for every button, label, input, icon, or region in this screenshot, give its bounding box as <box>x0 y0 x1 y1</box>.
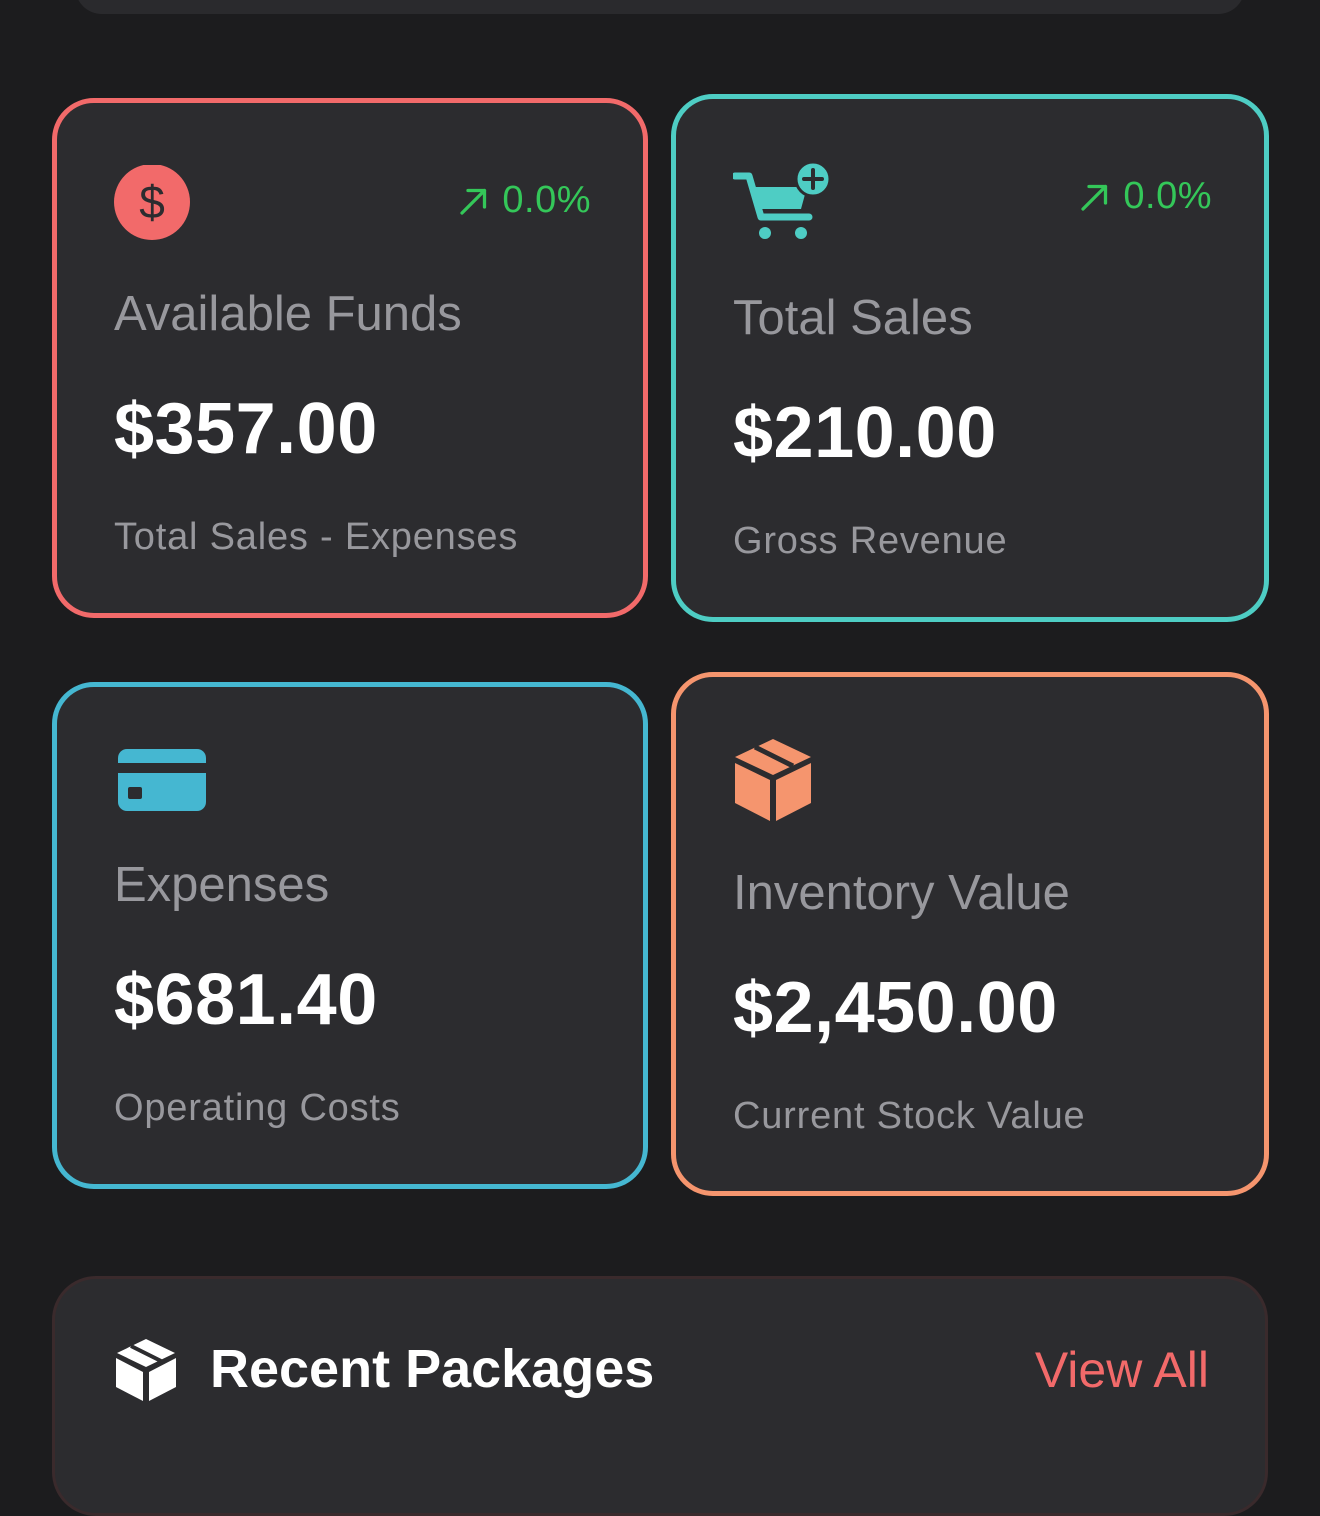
recent-packages-title: Recent Packages <box>210 1339 655 1399</box>
available-funds-card[interactable]: $ 0.0% Available Funds $357.00 Total Sal… <box>52 98 648 618</box>
top-section-edge <box>75 0 1245 14</box>
sales-trend: 0.0% <box>1077 175 1212 218</box>
svg-text:$: $ <box>139 176 165 228</box>
total-sales-card[interactable]: 0.0% Total Sales $210.00 Gross Revenue <box>671 94 1269 622</box>
funds-trend: 0.0% <box>456 179 591 222</box>
inventory-amount: $2,450.00 <box>733 968 1058 1048</box>
inventory-subtitle: Current Stock Value <box>733 1095 1086 1137</box>
inventory-title: Inventory Value <box>733 866 1070 920</box>
funds-title: Available Funds <box>114 287 462 341</box>
inventory-value-card[interactable]: Inventory Value $2,450.00 Current Stock … <box>671 672 1269 1196</box>
credit-card-icon <box>118 749 206 811</box>
recent-packages-section: Recent Packages View All <box>52 1276 1268 1516</box>
expenses-subtitle: Operating Costs <box>114 1087 401 1129</box>
expenses-amount: $681.40 <box>114 960 378 1040</box>
funds-subtitle: Total Sales - Expenses <box>114 516 519 558</box>
box-icon <box>735 739 811 821</box>
view-all-link[interactable]: View All <box>1035 1341 1209 1399</box>
expenses-title: Expenses <box>114 858 330 912</box>
funds-trend-value: 0.0% <box>502 179 591 221</box>
trend-up-icon <box>1081 184 1108 211</box>
sales-subtitle: Gross Revenue <box>733 520 1008 562</box>
sales-trend-value: 0.0% <box>1123 175 1212 217</box>
cart-plus-icon <box>733 161 832 239</box>
funds-amount: $357.00 <box>114 389 378 469</box>
dollar-circle-icon: $ <box>114 165 190 240</box>
expenses-card[interactable]: Expenses $681.40 Operating Costs <box>52 682 648 1189</box>
package-icon <box>116 1339 176 1401</box>
sales-amount: $210.00 <box>733 393 997 473</box>
trend-up-icon <box>460 188 487 215</box>
sales-title: Total Sales <box>733 291 973 345</box>
